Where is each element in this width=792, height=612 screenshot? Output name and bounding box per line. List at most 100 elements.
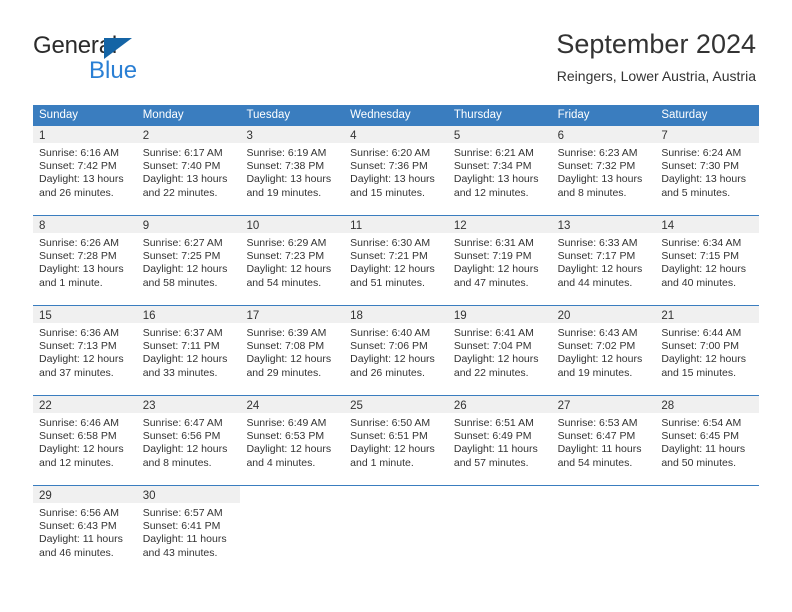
daylight-text-line1: Daylight: 12 hours xyxy=(142,443,228,456)
sunrise-text: Sunrise: 6:53 AM xyxy=(557,417,638,429)
weekday-header-thursday: Thursday xyxy=(453,109,502,121)
sunset-text: Sunset: 6:53 PM xyxy=(246,430,325,443)
day-cell[interactable]: 25 Sunrise: 6:50 AM Sunset: 6:51 PM Dayl… xyxy=(344,396,448,485)
sunrise-text: Sunrise: 6:36 AM xyxy=(39,327,119,339)
daylight-text-line2: and 12 minutes. xyxy=(39,456,114,469)
weekday-header-tuesday: Tuesday xyxy=(246,109,291,121)
sunrise-text: Sunrise: 6:20 AM xyxy=(350,147,431,159)
day-cell[interactable]: 17 Sunrise: 6:39 AM Sunset: 7:08 PM Dayl… xyxy=(240,306,345,395)
daylight-text-line1: Daylight: 12 hours xyxy=(246,263,332,276)
daylight-text-line2: and 8 minutes. xyxy=(557,186,627,199)
day-number: 12 xyxy=(453,220,467,232)
sunset-text: Sunset: 7:30 PM xyxy=(661,160,739,173)
day-cell[interactable]: 12 Sunrise: 6:31 AM Sunset: 7:19 PM Dayl… xyxy=(447,216,552,305)
daylight-text-line2: and 40 minutes. xyxy=(661,276,737,289)
day-cell[interactable]: 7 Sunrise: 6:24 AM Sunset: 7:30 PM Dayli… xyxy=(655,126,760,215)
daylight-text-line1: Daylight: 12 hours xyxy=(453,353,539,366)
day-cell[interactable]: 4 Sunrise: 6:20 AM Sunset: 7:36 PM Dayli… xyxy=(344,126,448,215)
day-number: 6 xyxy=(557,130,564,142)
day-number: 1 xyxy=(39,130,46,142)
day-number: 3 xyxy=(246,130,253,142)
daylight-text-line1: Daylight: 13 hours xyxy=(142,173,228,186)
day-number: 14 xyxy=(661,220,675,232)
daylight-text-line1: Daylight: 13 hours xyxy=(39,173,124,186)
daylight-text-line2: and 47 minutes. xyxy=(453,276,529,289)
day-cell[interactable]: 11 Sunrise: 6:30 AM Sunset: 7:21 PM Dayl… xyxy=(344,216,448,305)
day-number-band: 5 xyxy=(447,126,552,143)
sunset-text: Sunset: 7:38 PM xyxy=(246,160,325,173)
sunset-text: Sunset: 7:17 PM xyxy=(557,250,636,263)
day-number: 30 xyxy=(142,490,156,502)
weekday-header-saturday: Saturday xyxy=(661,109,708,121)
day-cell[interactable]: 9 Sunrise: 6:27 AM Sunset: 7:25 PM Dayli… xyxy=(136,216,241,305)
day-number-band xyxy=(655,486,760,503)
day-cell[interactable]: 26 Sunrise: 6:51 AM Sunset: 6:49 PM Dayl… xyxy=(447,396,552,485)
day-number-band: 3 xyxy=(240,126,345,143)
day-number: 10 xyxy=(246,220,260,232)
day-cell[interactable]: 23 Sunrise: 6:47 AM Sunset: 6:56 PM Dayl… xyxy=(136,396,241,485)
day-number: 4 xyxy=(350,130,357,142)
day-details: Sunrise: 6:34 AM Sunset: 7:15 PM Dayligh… xyxy=(655,233,759,290)
day-cell[interactable]: 2 Sunrise: 6:17 AM Sunset: 7:40 PM Dayli… xyxy=(136,126,241,215)
day-cell[interactable]: 10 Sunrise: 6:29 AM Sunset: 7:23 PM Dayl… xyxy=(240,216,345,305)
daylight-text-line1: Daylight: 12 hours xyxy=(661,353,746,366)
week-row: 15 Sunrise: 6:36 AM Sunset: 7:13 PM Dayl… xyxy=(33,305,760,395)
day-cell[interactable]: 16 Sunrise: 6:37 AM Sunset: 7:11 PM Dayl… xyxy=(136,306,241,395)
daylight-text-line2: and 15 minutes. xyxy=(350,186,425,199)
day-number: 19 xyxy=(453,310,467,322)
day-cell[interactable]: 21 Sunrise: 6:44 AM Sunset: 7:00 PM Dayl… xyxy=(655,306,760,395)
day-number-band: 20 xyxy=(551,306,656,323)
day-number-band: 26 xyxy=(447,396,552,413)
day-cell[interactable]: 27 Sunrise: 6:53 AM Sunset: 6:47 PM Dayl… xyxy=(551,396,656,485)
title-block: September 2024 Reingers, Lower Austria, … xyxy=(556,28,756,86)
calendar-page: General Blue September 2024 Reingers, Lo… xyxy=(0,0,792,612)
daylight-text-line2: and 26 minutes. xyxy=(350,366,425,379)
sunset-text: Sunset: 7:08 PM xyxy=(246,340,325,353)
day-number: 28 xyxy=(661,400,675,412)
day-cell[interactable]: 29 Sunrise: 6:56 AM Sunset: 6:43 PM Dayl… xyxy=(33,486,137,575)
day-number-band xyxy=(240,486,345,503)
day-cell[interactable]: 3 Sunrise: 6:19 AM Sunset: 7:38 PM Dayli… xyxy=(240,126,345,215)
daylight-text-line2: and 22 minutes. xyxy=(453,366,529,379)
day-cell[interactable]: 8 Sunrise: 6:26 AM Sunset: 7:28 PM Dayli… xyxy=(33,216,137,305)
daylight-text-line2: and 44 minutes. xyxy=(557,276,633,289)
day-details: Sunrise: 6:19 AM Sunset: 7:38 PM Dayligh… xyxy=(240,143,344,200)
day-cell[interactable]: 18 Sunrise: 6:40 AM Sunset: 7:06 PM Dayl… xyxy=(344,306,448,395)
day-cell[interactable]: 1 Sunrise: 6:16 AM Sunset: 7:42 PM Dayli… xyxy=(33,126,137,215)
day-cell[interactable]: 30 Sunrise: 6:57 AM Sunset: 6:41 PM Dayl… xyxy=(136,486,241,575)
sunrise-text: Sunrise: 6:33 AM xyxy=(557,237,638,249)
sunrise-text: Sunrise: 6:23 AM xyxy=(557,147,638,159)
day-cell[interactable]: 22 Sunrise: 6:46 AM Sunset: 6:58 PM Dayl… xyxy=(33,396,137,485)
day-details: Sunrise: 6:20 AM Sunset: 7:36 PM Dayligh… xyxy=(344,143,448,200)
daylight-text-line1: Daylight: 11 hours xyxy=(39,533,123,546)
day-cell[interactable]: 24 Sunrise: 6:49 AM Sunset: 6:53 PM Dayl… xyxy=(240,396,345,485)
sunset-text: Sunset: 6:45 PM xyxy=(661,430,739,443)
day-number: 18 xyxy=(350,310,363,322)
day-cell[interactable]: 28 Sunrise: 6:54 AM Sunset: 6:45 PM Dayl… xyxy=(655,396,760,485)
day-details: Sunrise: 6:39 AM Sunset: 7:08 PM Dayligh… xyxy=(240,323,344,380)
day-number-band: 28 xyxy=(655,396,760,413)
sunrise-text: Sunrise: 6:37 AM xyxy=(142,327,223,339)
sunrise-text: Sunrise: 6:50 AM xyxy=(350,417,431,429)
day-cell[interactable]: 5 Sunrise: 6:21 AM Sunset: 7:34 PM Dayli… xyxy=(447,126,552,215)
sunrise-text: Sunrise: 6:56 AM xyxy=(39,507,119,519)
daylight-text-line2: and 51 minutes. xyxy=(350,276,425,289)
daylight-text-line2: and 4 minutes. xyxy=(246,456,316,469)
day-details: Sunrise: 6:33 AM Sunset: 7:17 PM Dayligh… xyxy=(552,233,656,290)
daylight-text-line2: and 58 minutes. xyxy=(142,276,218,289)
day-cell[interactable]: 15 Sunrise: 6:36 AM Sunset: 7:13 PM Dayl… xyxy=(33,306,137,395)
day-details: Sunrise: 6:27 AM Sunset: 7:25 PM Dayligh… xyxy=(137,233,241,290)
sunrise-text: Sunrise: 6:30 AM xyxy=(350,237,431,249)
day-details: Sunrise: 6:29 AM Sunset: 7:23 PM Dayligh… xyxy=(240,233,344,290)
day-cell[interactable]: 19 Sunrise: 6:41 AM Sunset: 7:04 PM Dayl… xyxy=(447,306,552,395)
daylight-text-line1: Daylight: 13 hours xyxy=(350,173,435,186)
day-cell[interactable]: 6 Sunrise: 6:23 AM Sunset: 7:32 PM Dayli… xyxy=(551,126,656,215)
day-cell[interactable]: 20 Sunrise: 6:43 AM Sunset: 7:02 PM Dayl… xyxy=(551,306,656,395)
day-cell[interactable]: 13 Sunrise: 6:33 AM Sunset: 7:17 PM Dayl… xyxy=(551,216,656,305)
day-details: Sunrise: 6:56 AM Sunset: 6:43 PM Dayligh… xyxy=(33,503,137,560)
page-title: September 2024 xyxy=(556,29,756,59)
week-row: 22 Sunrise: 6:46 AM Sunset: 6:58 PM Dayl… xyxy=(33,395,760,485)
day-details: Sunrise: 6:21 AM Sunset: 7:34 PM Dayligh… xyxy=(448,143,552,200)
day-cell[interactable]: 14 Sunrise: 6:34 AM Sunset: 7:15 PM Dayl… xyxy=(655,216,760,305)
week-row: 29 Sunrise: 6:56 AM Sunset: 6:43 PM Dayl… xyxy=(33,485,760,575)
